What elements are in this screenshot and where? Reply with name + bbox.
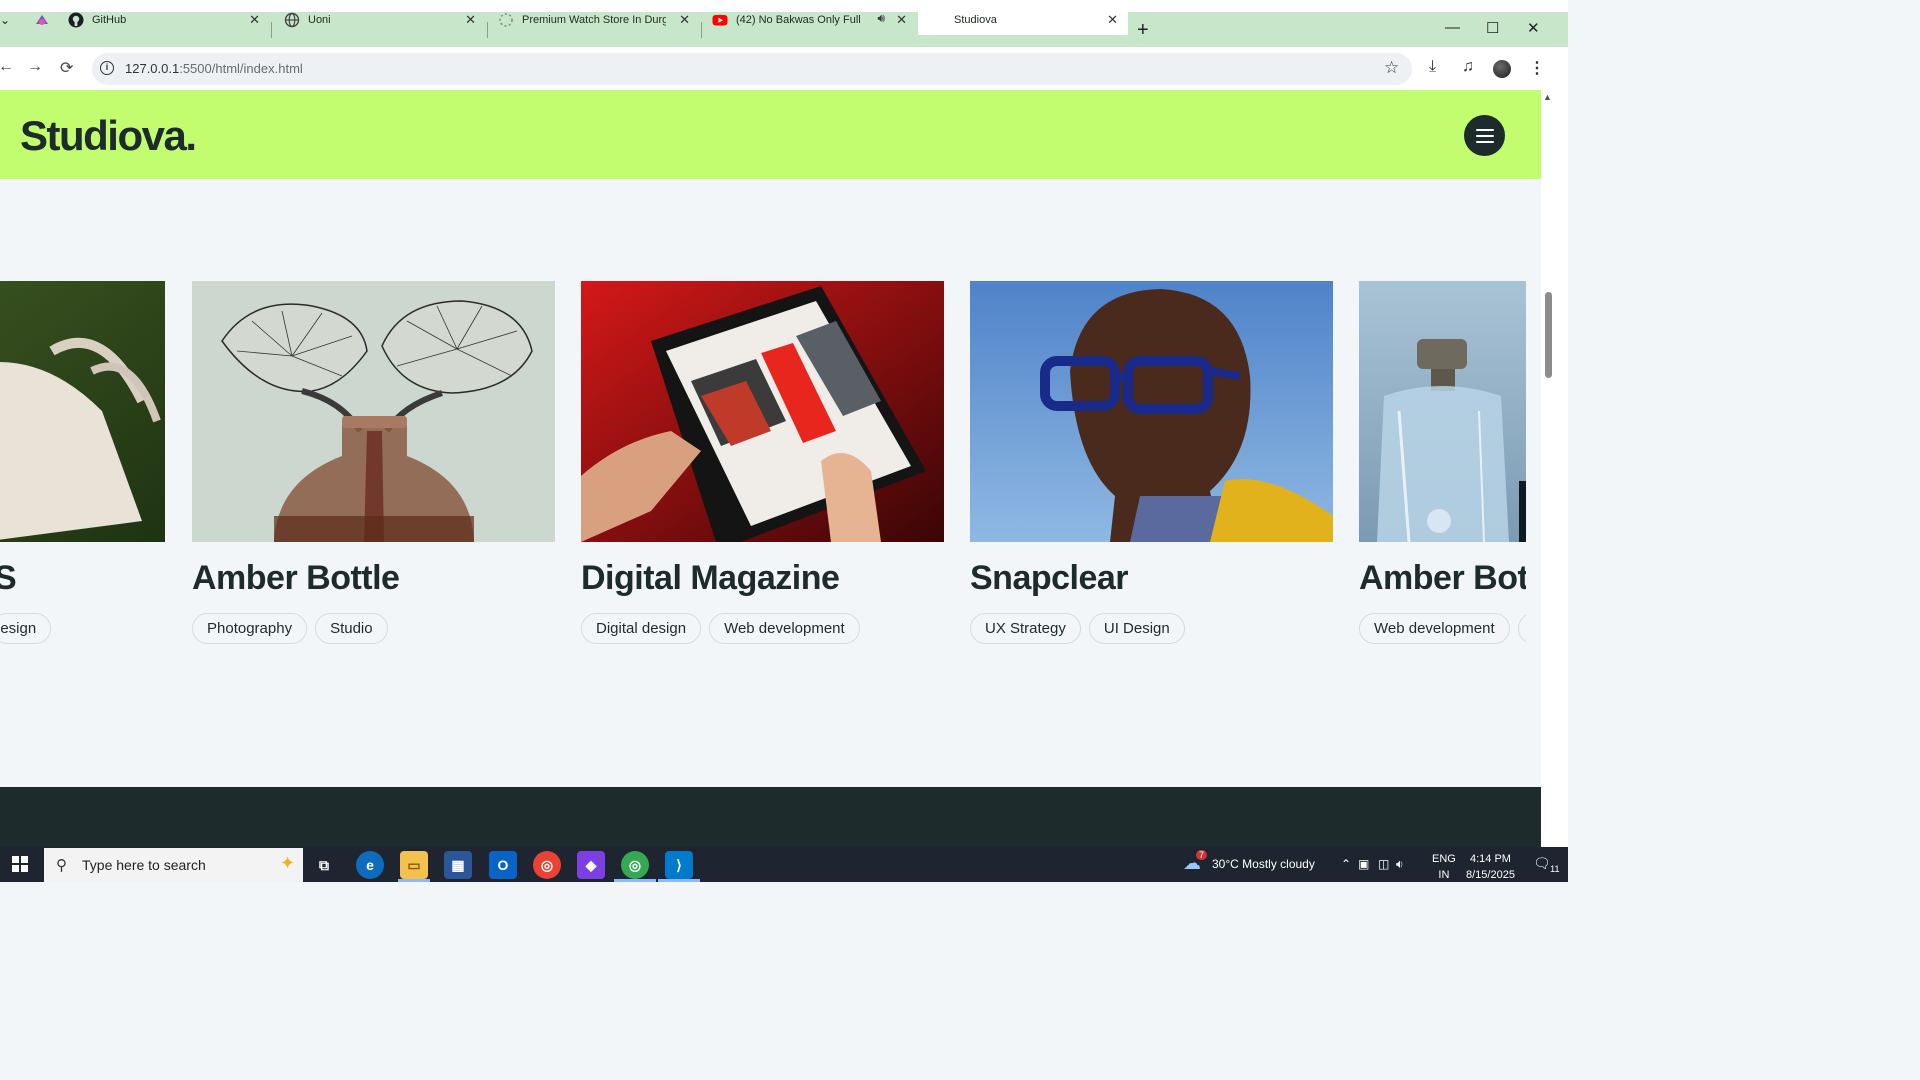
project-title[interactable]: Amber Bottle xyxy=(192,559,400,598)
close-icon[interactable]: ✕ xyxy=(1107,12,1118,28)
minimize-button[interactable]: — xyxy=(1445,19,1460,36)
project-tag[interactable]: UI Design xyxy=(1088,613,1185,644)
youtube-icon xyxy=(712,12,728,28)
project-title[interactable]: Digital Magazine xyxy=(581,559,840,598)
download-icon[interactable]: ⤓ xyxy=(1429,58,1436,76)
hamburger-menu-button[interactable] xyxy=(1464,115,1505,156)
forward-button[interactable]: → xyxy=(27,58,43,76)
project-image-tablet[interactable] xyxy=(581,281,944,542)
taskbar-search-box[interactable]: ⚲ Type here to search ✦ xyxy=(44,848,303,882)
scrollbar-thumb[interactable] xyxy=(1545,292,1552,378)
project-tag[interactable]: Photography xyxy=(192,613,308,644)
page-viewport: Studiova. S design xyxy=(0,90,1541,847)
notification-icon[interactable]: 🗨︎ 11 xyxy=(1533,855,1563,874)
github-icon xyxy=(68,12,84,28)
project-image-glass-bottle[interactable] xyxy=(1359,281,1526,542)
tab-pinned[interactable] xyxy=(22,5,56,35)
profile-avatar[interactable] xyxy=(1493,60,1511,78)
menu-line xyxy=(1476,135,1494,137)
store-icon[interactable]: ▦ xyxy=(444,851,472,879)
windows-start-icon[interactable] xyxy=(12,856,28,872)
project-tag[interactable]: Studio xyxy=(315,613,388,644)
close-window-button[interactable]: ✕ xyxy=(1527,19,1540,37)
bookmark-star-icon[interactable]: ☆ xyxy=(1384,58,1399,78)
weather-text[interactable]: 30°C Mostly cloudy xyxy=(1212,857,1315,871)
taskbar-clock[interactable]: 4:14 PM 8/15/2025 xyxy=(1466,851,1515,883)
media-control-icon[interactable]: ♫ xyxy=(1462,58,1474,76)
running-indicator xyxy=(614,879,656,882)
chrome-active-icon[interactable]: ◎ xyxy=(621,851,649,879)
project-title[interactable]: S xyxy=(0,559,17,598)
language-indicator[interactable]: ENG IN xyxy=(1432,851,1456,883)
reload-button[interactable]: ⟳ xyxy=(60,58,73,78)
globe-icon xyxy=(284,12,300,28)
network-icon[interactable]: ▣ xyxy=(1358,857,1369,871)
project-tag[interactable] xyxy=(1517,613,1526,644)
weather-icon[interactable]: ☁ 7 xyxy=(1183,850,1208,874)
close-icon[interactable]: ✕ xyxy=(249,12,260,28)
site-info-icon[interactable]: i xyxy=(100,61,114,75)
site-header: Studiova. xyxy=(0,90,1541,179)
project-card-amber-bottle[interactable]: Amber Bottle Photography Studio xyxy=(192,281,555,644)
site-logo[interactable]: Studiova. xyxy=(20,112,197,160)
volume-icon[interactable]: 🔉︎ xyxy=(1396,857,1404,872)
speaker-icon[interactable]: 🔊︎ xyxy=(877,11,885,26)
copilot-sparkle-icon: ✦ xyxy=(280,853,296,873)
tray-overflow-icon[interactable]: ⌃ xyxy=(1341,857,1351,871)
maximize-button[interactable]: ☐ xyxy=(1486,19,1499,37)
file-explorer-icon[interactable]: ▭ xyxy=(400,851,428,879)
app-logo-icon xyxy=(34,12,50,28)
project-card-tote[interactable]: S design xyxy=(0,281,165,644)
project-tag[interactable]: Web development xyxy=(709,613,860,644)
menu-line xyxy=(1476,141,1494,143)
tab-search-chevron[interactable]: ⌄ xyxy=(0,5,22,35)
project-title[interactable]: Amber Bottle xyxy=(1359,559,1526,598)
wifi-icon[interactable]: ◫ xyxy=(1378,857,1389,871)
chevron-down-icon: ⌄ xyxy=(0,13,11,27)
blank-page-icon xyxy=(930,12,946,28)
task-view-icon[interactable]: ⧉ xyxy=(310,851,338,879)
url-text[interactable]: 127.0.0.1:5500/html/index.html xyxy=(125,61,303,76)
outlook-icon[interactable]: O xyxy=(489,851,517,879)
project-tag[interactable]: Web development xyxy=(1359,613,1510,644)
project-card-digital-magazine[interactable]: Digital Magazine Digital design Web deve… xyxy=(581,281,944,644)
project-image-tote-bag[interactable] xyxy=(0,281,165,542)
chrome-icon[interactable]: ◎ xyxy=(533,851,561,879)
more-menu-icon[interactable]: ⋮ xyxy=(1529,58,1545,78)
running-indicator xyxy=(398,879,430,882)
project-card-amber-bottle-2[interactable]: Amber Bottle Web development xyxy=(1359,281,1526,651)
page-scrollbar[interactable] xyxy=(1541,90,1568,847)
site-footer xyxy=(0,787,1541,847)
project-title[interactable]: Snapclear xyxy=(970,559,1129,598)
tab-youtube[interactable]: (42) No Bakwas Only Full on 🔊︎ ✕ xyxy=(700,5,917,35)
project-image-amber-bottle[interactable] xyxy=(192,281,555,542)
scroll-up-arrow-icon[interactable]: ▲ xyxy=(1543,92,1552,102)
running-indicator xyxy=(658,879,700,882)
close-icon[interactable]: ✕ xyxy=(679,12,690,28)
app-purple-icon[interactable]: ◆ xyxy=(577,851,605,879)
project-tag[interactable]: UX Strategy xyxy=(970,613,1081,644)
tab-github[interactable]: GitHub ✕ xyxy=(56,5,270,35)
loading-spinner-icon xyxy=(498,12,514,28)
project-tag[interactable]: design xyxy=(0,613,52,644)
project-card-snapclear[interactable]: Snapclear UX Strategy UI Design xyxy=(970,281,1333,644)
vscode-icon[interactable]: ⟩ xyxy=(665,851,693,879)
close-icon[interactable]: ✕ xyxy=(465,12,476,28)
edge-icon[interactable]: e xyxy=(356,851,384,879)
project-image-glasses-portrait[interactable] xyxy=(970,281,1333,542)
menu-line xyxy=(1476,129,1494,131)
new-tab-button[interactable]: + xyxy=(1137,19,1149,42)
project-tag[interactable]: Digital design xyxy=(581,613,702,644)
tab-studiova[interactable]: Studiova ✕ xyxy=(918,5,1128,35)
tab-uoni[interactable]: Uoni ✕ xyxy=(272,5,486,35)
close-icon[interactable]: ✕ xyxy=(896,12,907,28)
back-button[interactable]: ← xyxy=(0,58,14,76)
search-icon: ⚲ xyxy=(56,857,67,874)
tab-watch-store[interactable]: Premium Watch Store In Durgapur ✕ xyxy=(486,5,700,35)
